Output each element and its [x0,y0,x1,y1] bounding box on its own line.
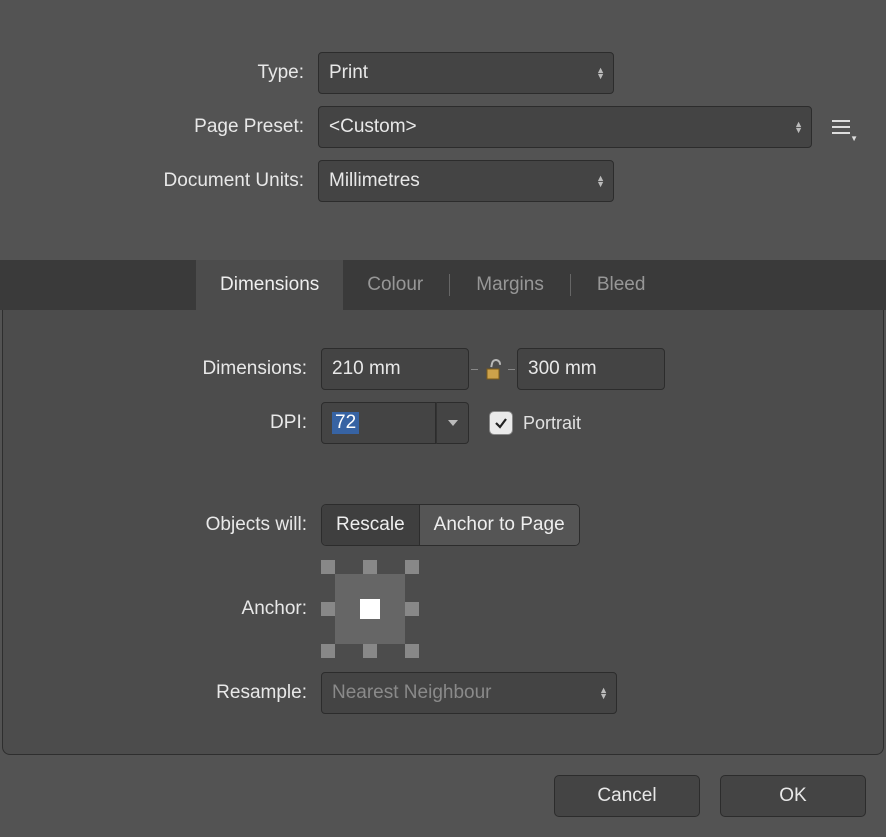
chevron-down-icon: ▼ [850,134,858,143]
dpi-label: DPI: [3,412,321,434]
anchor-label: Anchor: [3,598,321,620]
anchor-bottom-center[interactable] [363,644,377,658]
resample-value: Nearest Neighbour [332,682,491,704]
dimensions-panel: Dimensions: 210 mm 300 mm DPI: 72 Portra… [2,310,884,755]
check-icon [494,416,508,430]
anchor-top-left[interactable] [321,560,335,574]
document-units-label: Document Units: [0,170,318,192]
type-select[interactable]: Print ▲▼ [318,52,614,94]
page-preset-value: <Custom> [329,116,417,138]
menu-icon [832,120,850,134]
rescale-option[interactable]: Rescale [322,505,419,545]
preset-menu-button[interactable]: ▼ [828,114,854,140]
tab-bleed[interactable]: Bleed [573,260,670,310]
updown-icon: ▲▼ [794,121,803,133]
anchor-bottom-left[interactable] [321,644,335,658]
tab-margins[interactable]: Margins [452,260,568,310]
lock-aspect-button[interactable] [469,357,517,381]
updown-icon: ▲▼ [596,175,605,187]
anchor-center[interactable] [360,599,380,619]
type-label: Type: [0,62,318,84]
portrait-label: Portrait [523,413,581,434]
portrait-checkbox[interactable] [489,411,513,435]
dpi-dropdown-button[interactable] [436,402,469,444]
tab-separator [449,274,450,296]
resample-label: Resample: [3,682,321,704]
unlock-icon [483,357,503,381]
type-value: Print [329,62,368,84]
document-units-select[interactable]: Millimetres ▲▼ [318,160,614,202]
updown-icon: ▲▼ [599,687,608,699]
anchor-grid[interactable] [321,560,419,658]
width-input[interactable]: 210 mm [321,348,469,390]
resample-select[interactable]: Nearest Neighbour ▲▼ [321,672,617,714]
chevron-down-icon [448,420,458,426]
anchor-top-center[interactable] [363,560,377,574]
tab-colour[interactable]: Colour [343,260,447,310]
anchor-to-page-option[interactable]: Anchor to Page [419,505,579,545]
cancel-button[interactable]: Cancel [554,775,700,817]
page-preset-select[interactable]: <Custom> ▲▼ [318,106,812,148]
tab-separator [570,274,571,296]
dialog-footer: Cancel OK [554,775,866,817]
dpi-input[interactable]: 72 [321,402,436,444]
ok-button[interactable]: OK [720,775,866,817]
document-settings-top: Type: Print ▲▼ Page Preset: <Custom> ▲▼ … [0,0,886,202]
objects-will-segment: Rescale Anchor to Page [321,504,580,546]
page-preset-label: Page Preset: [0,116,318,138]
updown-icon: ▲▼ [596,67,605,79]
tab-bar: Dimensions Colour Margins Bleed [0,260,886,310]
objects-will-label: Objects will: [3,514,321,536]
height-input[interactable]: 300 mm [517,348,665,390]
anchor-middle-left[interactable] [321,602,335,616]
dimensions-label: Dimensions: [3,358,321,380]
document-units-value: Millimetres [329,170,420,192]
anchor-middle-right[interactable] [405,602,419,616]
anchor-top-right[interactable] [405,560,419,574]
tab-dimensions[interactable]: Dimensions [196,260,343,310]
anchor-bottom-right[interactable] [405,644,419,658]
